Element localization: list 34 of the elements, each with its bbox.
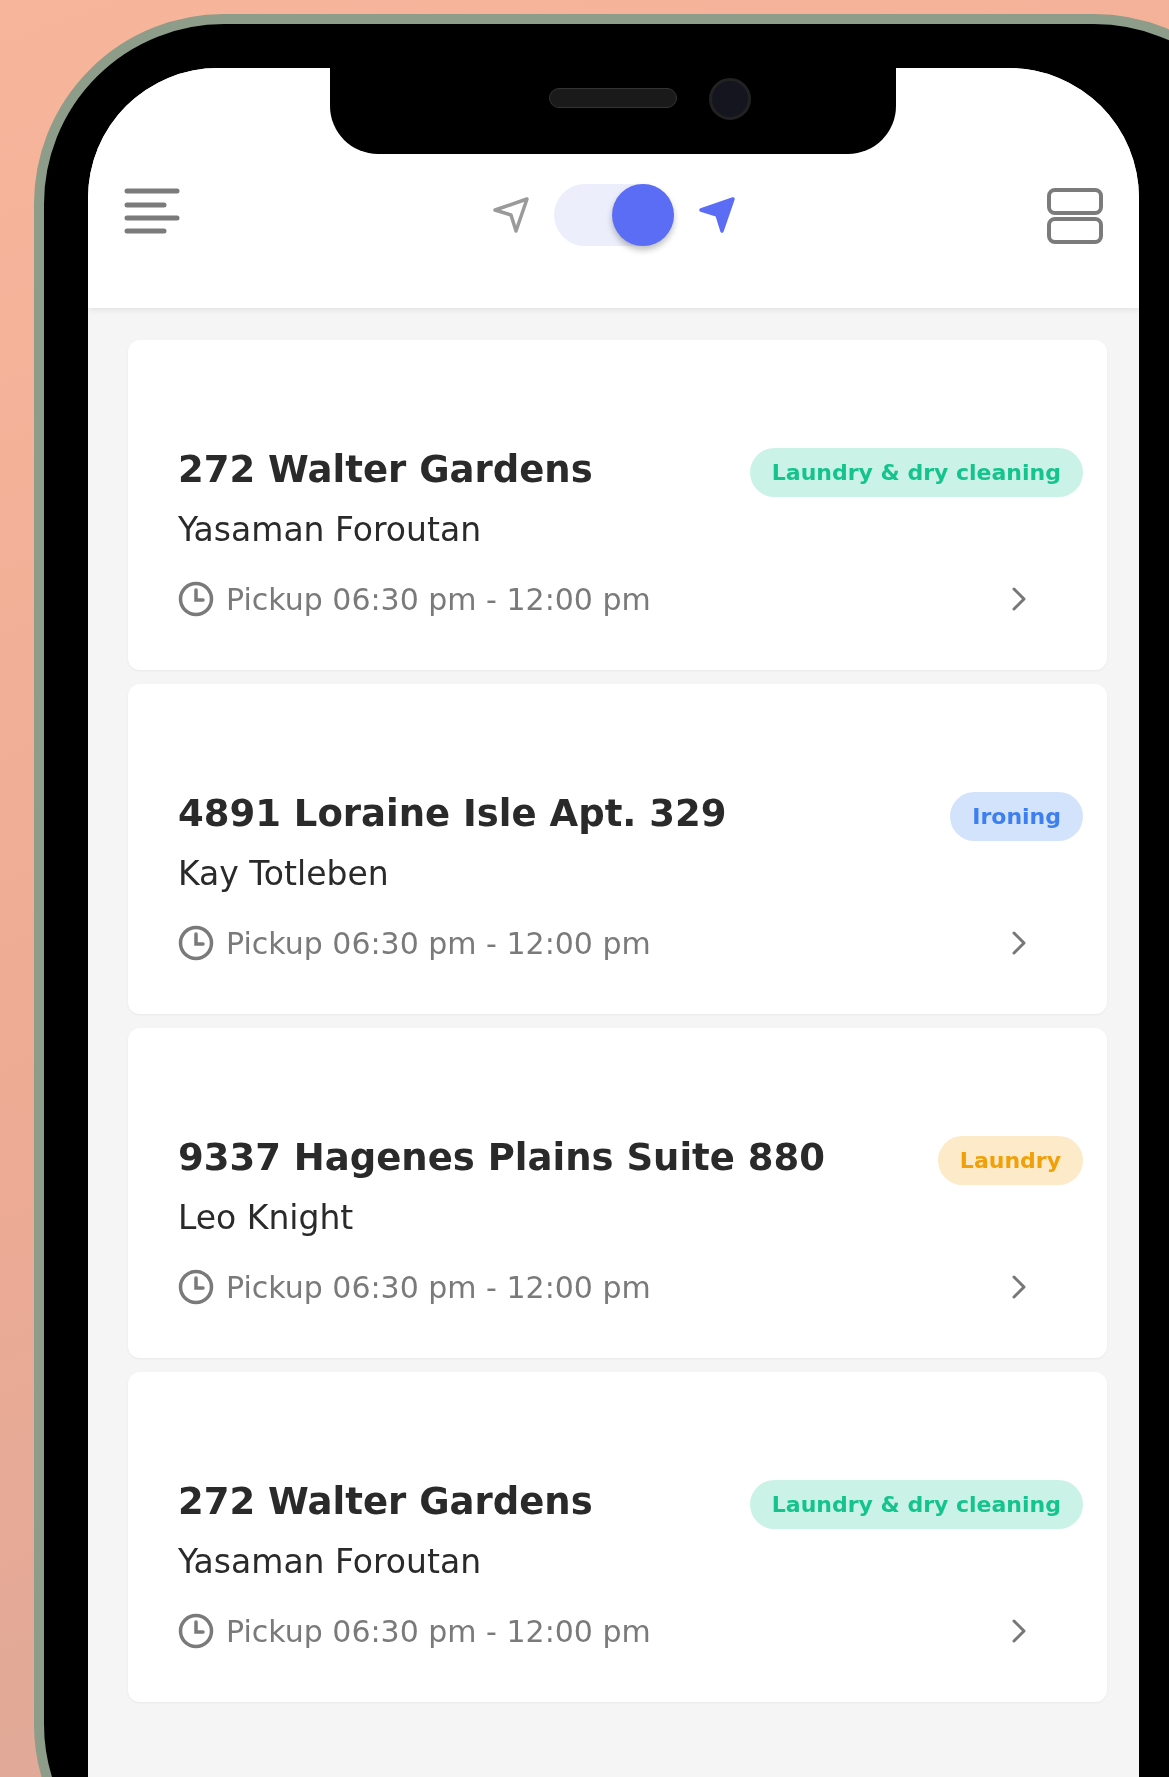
pickup-time: Pickup 06:30 pm - 12:00 pm xyxy=(226,1612,651,1651)
pickup-time: Pickup 06:30 pm - 12:00 pm xyxy=(226,1268,651,1307)
order-address: 4891 Loraine Isle Apt. 329 xyxy=(178,792,727,837)
service-tag: Laundry xyxy=(937,1136,1083,1186)
service-tag: Laundry & dry cleaning xyxy=(749,1480,1083,1530)
navigation-arrow-icon xyxy=(697,196,736,234)
service-tag: Laundry & dry cleaning xyxy=(749,448,1083,498)
service-tag: Ironing xyxy=(950,792,1083,842)
customer-name: Yasaman Foroutan xyxy=(178,509,483,552)
layout-icon[interactable] xyxy=(1047,188,1103,244)
clock-icon xyxy=(178,1269,214,1306)
front-camera xyxy=(709,78,751,120)
clock-icon xyxy=(178,581,214,618)
clock-icon xyxy=(178,1613,214,1650)
order-address: 9337 Hagenes Plains Suite 880 xyxy=(178,1136,825,1181)
order-card[interactable]: 272 Walter Gardens Laundry & dry cleaning Yasaman Foroutan Pickup 06:30 pm - 12:00 pm xyxy=(128,1372,1107,1702)
order-card[interactable]: 4891 Loraine Isle Apt. 329 Ironing Kay Totleben Pickup 06:30 pm - 12:00 pm xyxy=(128,684,1107,1014)
chevron-right-icon xyxy=(1011,586,1027,613)
customer-name: Leo Knight xyxy=(178,1197,355,1240)
customer-name: Kay Totleben xyxy=(178,853,390,896)
chevron-right-icon xyxy=(1011,1274,1027,1301)
order-card[interactable]: 272 Walter Gardens Laundry & dry cleaning Yasaman Foroutan Pickup 06:30 pm - 12:00 pm xyxy=(128,340,1107,670)
navigation-arrow-icon xyxy=(491,196,530,234)
pickup-time: Pickup 06:30 pm - 12:00 pm xyxy=(226,580,651,619)
order-address: 272 Walter Gardens xyxy=(178,448,593,493)
clock-icon xyxy=(178,925,214,962)
customer-name: Yasaman Foroutan xyxy=(178,1541,483,1584)
location-toggle[interactable] xyxy=(553,184,674,246)
order-address: 272 Walter Gardens xyxy=(178,1480,593,1525)
chevron-right-icon xyxy=(1011,930,1027,957)
menu-icon[interactable] xyxy=(124,188,180,234)
order-card[interactable]: 9337 Hagenes Plains Suite 880 Laundry Leo Knight Pickup 06:30 pm - 12:00 pm xyxy=(128,1028,1107,1358)
pickup-time: Pickup 06:30 pm - 12:00 pm xyxy=(226,924,651,963)
chevron-right-icon xyxy=(1011,1618,1027,1645)
